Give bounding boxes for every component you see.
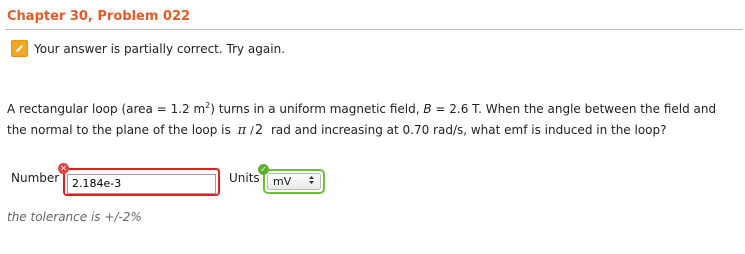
status-message: Your answer is partially correct. Try ag… (11, 40, 285, 57)
tolerance-note: the tolerance is +/-2% (7, 210, 142, 224)
units-select[interactable]: mV (267, 173, 321, 190)
units-selected-value: mV (273, 175, 292, 188)
number-input[interactable] (67, 173, 216, 194)
pi-symbol: π (237, 123, 247, 138)
pencil-icon (11, 40, 28, 57)
correct-icon: ✓ (258, 164, 269, 175)
status-text: Your answer is partially correct. Try ag… (34, 41, 286, 56)
question-text: A rectangular loop (area = 1.2 m2) turns… (7, 101, 717, 138)
number-label: Number (11, 171, 60, 185)
incorrect-icon: ✕ (58, 163, 69, 174)
number-input-wrapper (63, 168, 220, 196)
title-divider (5, 29, 743, 30)
chevron-updown-icon (308, 175, 315, 188)
units-select-wrapper: mV (263, 169, 325, 194)
problem-title: Chapter 30, Problem 022 (7, 9, 191, 24)
units-label: Units (229, 171, 260, 185)
